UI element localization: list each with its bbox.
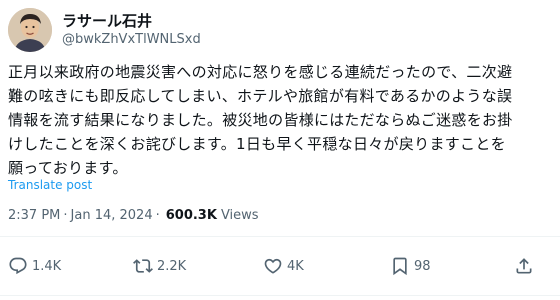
retweet-icon (133, 256, 153, 276)
author-handle[interactable]: @bwkZhVxTlWNLSxd (62, 31, 201, 49)
like-count: 4K (287, 258, 304, 274)
post-text-line: 難の呟きにも即反応してしまい、ホテルや旅館が有料であるかのような誤 (8, 87, 513, 105)
heart-icon (263, 256, 283, 276)
post-time[interactable]: 2:37 PM (8, 208, 60, 223)
share-icon (514, 256, 534, 276)
post-text-line: 正月以来政府の地震災害への対応に怒りを感じる連続だったので、二次避 (8, 63, 513, 81)
retweet-count: 2.2K (157, 258, 187, 274)
views-count[interactable]: 600.3K (166, 208, 217, 223)
author-display-name[interactable]: ラサール石井 (62, 11, 201, 31)
views-label: Views (220, 208, 259, 223)
divider (0, 236, 560, 237)
retweet-button[interactable]: 2.2K (133, 254, 186, 278)
author-names: ラサール石井 @bwkZhVxTlWNLSxd (62, 11, 201, 49)
bookmark-button[interactable]: 98 (390, 254, 431, 278)
meta-separator: · (155, 208, 160, 223)
share-button[interactable] (514, 254, 534, 278)
reply-icon (8, 256, 28, 276)
post-text-line: 情報を流す結果になりました。被災地の皆様にはただならぬご迷惑をお掛 (8, 111, 513, 129)
divider (0, 295, 560, 296)
like-button[interactable]: 4K (263, 254, 304, 278)
post-date[interactable]: Jan 14, 2024 (71, 208, 153, 223)
meta-separator: · (63, 208, 68, 223)
post-text-line: 願っております。 (8, 159, 128, 177)
action-bar: 1.4K 2.2K 4K 98 (8, 254, 548, 278)
avatar[interactable] (8, 8, 52, 52)
post-text-line: けしたことを深くお詫びします。1日も早く平穏な日々が戻りますことを (8, 135, 506, 153)
bookmark-icon (390, 256, 410, 276)
post-meta: 2:37 PM · Jan 14, 2024 · 600.3K Views (8, 208, 259, 223)
post-header: ラサール石井 @bwkZhVxTlWNLSxd (8, 8, 201, 52)
post-text: 正月以来政府の地震災害への対応に怒りを感じる連続だったので、二次避 難の呟きにも… (8, 60, 554, 180)
translate-post-link[interactable]: Translate post (8, 178, 92, 192)
reply-count: 1.4K (32, 258, 62, 274)
bookmark-count: 98 (414, 258, 431, 274)
reply-button[interactable]: 1.4K (8, 254, 61, 278)
